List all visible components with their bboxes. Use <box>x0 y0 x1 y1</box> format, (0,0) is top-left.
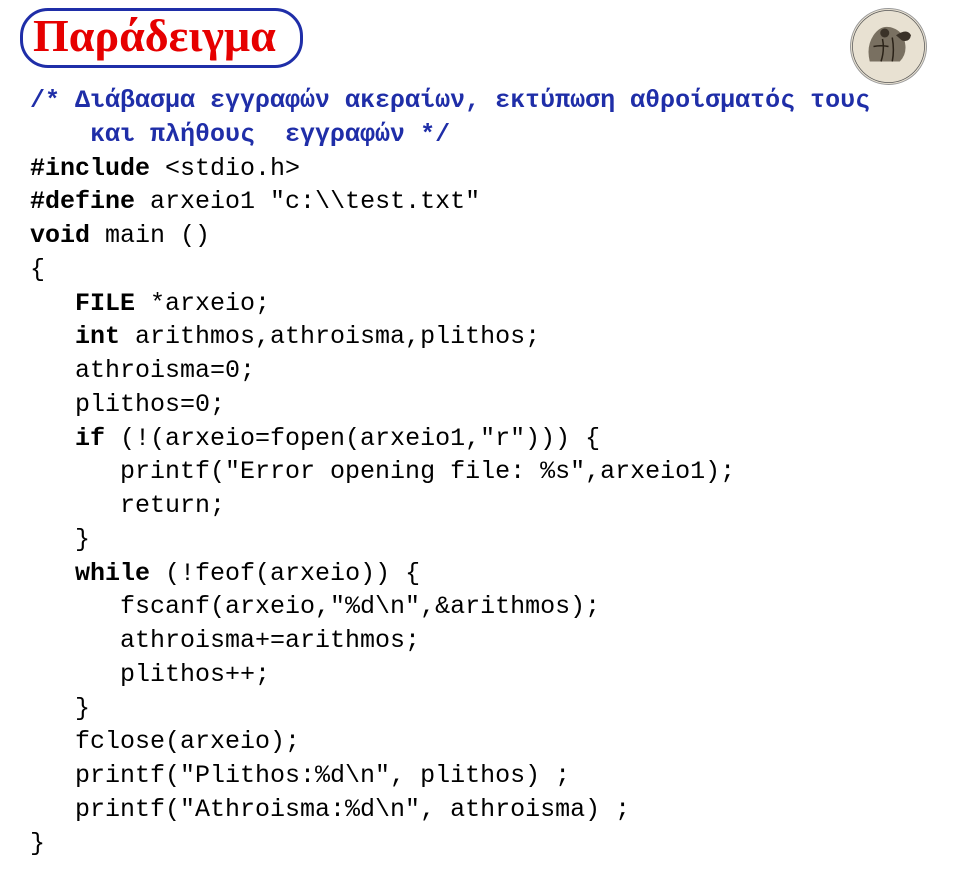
kw-while: while <box>30 559 150 588</box>
txt-return: return; <box>30 491 225 520</box>
txt-athroisma-init: athroisma=0; <box>30 356 255 385</box>
kw-include: #include <box>30 154 150 183</box>
kw-file: FILE <box>30 289 135 318</box>
txt-printf-plithos: printf("Plithos:%d\n", plithos) ; <box>30 761 570 790</box>
logo-emblem <box>850 8 927 85</box>
txt-brace-close-while: } <box>30 694 90 723</box>
comment-line-2: και πλήθους εγγραφών */ <box>30 120 450 149</box>
kw-int: int <box>30 322 120 351</box>
txt-brace-close-if: } <box>30 525 90 554</box>
txt-plithos-init: plithos=0; <box>30 390 225 419</box>
txt-fclose: fclose(arxeio); <box>30 727 300 756</box>
txt-fscanf: fscanf(arxeio,"%d\n",&arithmos); <box>30 592 600 621</box>
txt-printf-error: printf("Error opening file: %s",arxeio1)… <box>30 457 735 486</box>
kw-if: if <box>30 424 105 453</box>
txt-athroisma-add: athroisma+=arithmos; <box>30 626 420 655</box>
txt-brace-close-main: } <box>30 829 45 858</box>
txt-define: arxeio1 "c:\\test.txt" <box>135 187 480 216</box>
txt-plithos-inc: plithos++; <box>30 660 270 689</box>
code-block: /* Διάβασμα εγγραφών ακεραίων, εκτύπωση … <box>20 84 939 860</box>
kw-void: void <box>30 221 90 250</box>
txt-brace-open: { <box>30 255 45 284</box>
kw-define: #define <box>30 187 135 216</box>
txt-while-cond: (!feof(arxeio)) { <box>150 559 420 588</box>
title-box: Παράδειγμα <box>20 8 303 68</box>
slide-title: Παράδειγμα <box>33 13 276 59</box>
txt-printf-athroisma: printf("Athroisma:%d\n", athroisma) ; <box>30 795 630 824</box>
txt-if-cond: (!(arxeio=fopen(arxeio1,"r"))) { <box>105 424 600 453</box>
txt-int-decl: arithmos,athroisma,plithos; <box>120 322 540 351</box>
txt-main: main () <box>90 221 210 250</box>
txt-arxeio-decl: *arxeio; <box>135 289 270 318</box>
comment-line-1: /* Διάβασμα εγγραφών ακεραίων, εκτύπωση … <box>30 86 870 115</box>
txt-include: <stdio.h> <box>150 154 300 183</box>
